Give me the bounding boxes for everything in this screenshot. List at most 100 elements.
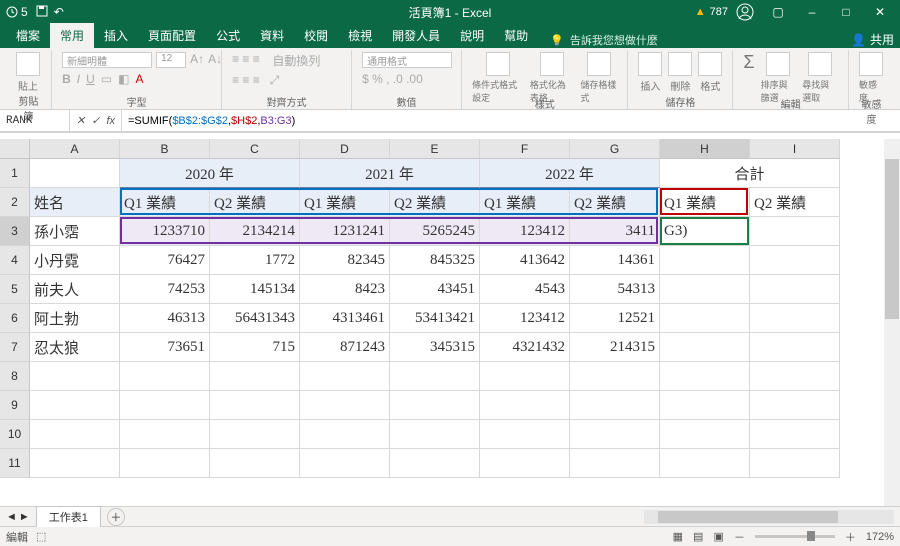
tab-help[interactable]: 說明 <box>450 23 494 48</box>
tab-home[interactable]: 常用 <box>50 23 94 48</box>
bold-icon[interactable]: B <box>62 72 71 86</box>
view-normal-icon[interactable]: ▦ <box>673 530 683 543</box>
row-header-6[interactable]: 6 <box>0 304 30 333</box>
cell-E8[interactable] <box>390 362 480 391</box>
view-pagebreak-icon[interactable]: ▣ <box>713 530 723 543</box>
share-button[interactable]: 👤 共用 <box>851 31 894 48</box>
cell-F4[interactable]: 413642 <box>480 246 570 275</box>
cell-C6[interactable]: 56431343 <box>210 304 300 333</box>
cell-E4[interactable]: 845325 <box>390 246 480 275</box>
cell-E10[interactable] <box>390 420 480 449</box>
tab-formulas[interactable]: 公式 <box>206 23 250 48</box>
zoom-out-icon[interactable]: － <box>734 529 745 545</box>
col-header-H[interactable]: H <box>660 139 750 159</box>
ribbon-display-icon[interactable]: ▢ <box>762 0 794 24</box>
cell-A11[interactable] <box>30 449 120 478</box>
sheet-nav-prev-icon[interactable]: ◄ <box>6 511 17 523</box>
sheet-tab-active[interactable]: 工作表1 <box>36 506 101 527</box>
enter-formula-icon[interactable]: ✓ <box>91 114 100 127</box>
cell-G5[interactable]: 54313 <box>570 275 660 304</box>
cell-I9[interactable] <box>750 391 840 420</box>
cell-F5[interactable]: 4543 <box>480 275 570 304</box>
fill-color-icon[interactable]: ◧ <box>118 72 129 86</box>
cell-C3[interactable]: 2134214 <box>210 217 300 246</box>
cell-H10[interactable] <box>660 420 750 449</box>
cell-I2[interactable]: Q2 業績 <box>750 188 840 217</box>
tab-review[interactable]: 校閱 <box>294 23 338 48</box>
font-size[interactable]: 12 <box>156 52 186 68</box>
col-header-D[interactable]: D <box>300 139 390 159</box>
col-header-E[interactable]: E <box>390 139 480 159</box>
cell-A9[interactable] <box>30 391 120 420</box>
cell-F9[interactable] <box>480 391 570 420</box>
cell-I5[interactable] <box>750 275 840 304</box>
cell-H11[interactable] <box>660 449 750 478</box>
cell-G9[interactable] <box>570 391 660 420</box>
cell-G6[interactable]: 12521 <box>570 304 660 333</box>
cell-B11[interactable] <box>120 449 210 478</box>
col-header-G[interactable]: G <box>570 139 660 159</box>
zoom-level[interactable]: 172% <box>866 531 894 543</box>
cell-I3[interactable] <box>750 217 840 246</box>
cell-B6[interactable]: 46313 <box>120 304 210 333</box>
row-header-9[interactable]: 9 <box>0 391 30 420</box>
cell-F3[interactable]: 123412 <box>480 217 570 246</box>
formula-input[interactable]: =SUMIF( $B$2:$G$2 , $H$2 , B3:G3 ) <box>122 110 900 131</box>
cell-D11[interactable] <box>300 449 390 478</box>
cell-G7[interactable]: 214315 <box>570 333 660 362</box>
cell-E5[interactable]: 43451 <box>390 275 480 304</box>
cell-A7[interactable]: 忍太狼 <box>30 333 120 362</box>
close-button[interactable]: ✕ <box>864 0 896 24</box>
maximize-button[interactable]: □ <box>830 0 862 24</box>
cell-B9[interactable] <box>120 391 210 420</box>
cell-G11[interactable] <box>570 449 660 478</box>
row-header-5[interactable]: 5 <box>0 275 30 304</box>
tab-insert[interactable]: 插入 <box>94 23 138 48</box>
increase-font-icon[interactable]: A↑ <box>190 52 204 68</box>
select-all-corner[interactable] <box>0 139 30 159</box>
cell-H3[interactable]: G3) <box>660 217 750 246</box>
cell-q1-1[interactable]: Q1 業績 <box>300 188 390 217</box>
cell-C8[interactable] <box>210 362 300 391</box>
paste-button[interactable]: 貼上 <box>16 52 40 93</box>
cell-C10[interactable] <box>210 420 300 449</box>
cell-D10[interactable] <box>300 420 390 449</box>
col-header-I[interactable]: I <box>750 139 840 159</box>
italic-icon[interactable]: I <box>77 72 80 86</box>
zoom-in-icon[interactable]: ＋ <box>845 529 856 545</box>
cell-q1-0[interactable]: Q1 業績 <box>120 188 210 217</box>
cell-D6[interactable]: 4313461 <box>300 304 390 333</box>
horizontal-scrollbar[interactable] <box>644 510 894 524</box>
autosave-icon[interactable]: 5 <box>6 5 28 19</box>
tell-me[interactable]: 💡 告訴我您想做什麼 <box>550 32 658 48</box>
insert-cells-button[interactable]: 插入 <box>638 52 662 93</box>
cell-A5[interactable]: 前夫人 <box>30 275 120 304</box>
row-header-2[interactable]: 2 <box>0 188 30 217</box>
cell-H8[interactable] <box>660 362 750 391</box>
cell-C11[interactable] <box>210 449 300 478</box>
col-header-A[interactable]: A <box>30 139 120 159</box>
cell-C7[interactable]: 715 <box>210 333 300 362</box>
cell-B4[interactable]: 76427 <box>120 246 210 275</box>
view-pagelayout-icon[interactable]: ▤ <box>693 530 703 543</box>
col-header-B[interactable]: B <box>120 139 210 159</box>
row-header-7[interactable]: 7 <box>0 333 30 362</box>
cell-D4[interactable]: 82345 <box>300 246 390 275</box>
cell-I8[interactable] <box>750 362 840 391</box>
cell-year-2020[interactable]: 2020 年 <box>120 159 300 188</box>
cell-D9[interactable] <box>300 391 390 420</box>
underline-icon[interactable]: U <box>86 72 95 86</box>
format-cells-button[interactable]: 格式 <box>698 52 722 93</box>
cell-H5[interactable] <box>660 275 750 304</box>
cell-D8[interactable] <box>300 362 390 391</box>
cell-E11[interactable] <box>390 449 480 478</box>
cell-A2[interactable]: 姓名 <box>30 188 120 217</box>
col-header-C[interactable]: C <box>210 139 300 159</box>
font-name[interactable]: 新細明體 <box>62 52 152 68</box>
account-icon[interactable] <box>736 3 754 21</box>
cell-B3[interactable]: 1233710 <box>120 217 210 246</box>
cell-F8[interactable] <box>480 362 570 391</box>
cell-C4[interactable]: 1772 <box>210 246 300 275</box>
fx-icon[interactable]: fx <box>106 115 115 127</box>
number-format[interactable]: 通用格式 <box>362 52 452 68</box>
